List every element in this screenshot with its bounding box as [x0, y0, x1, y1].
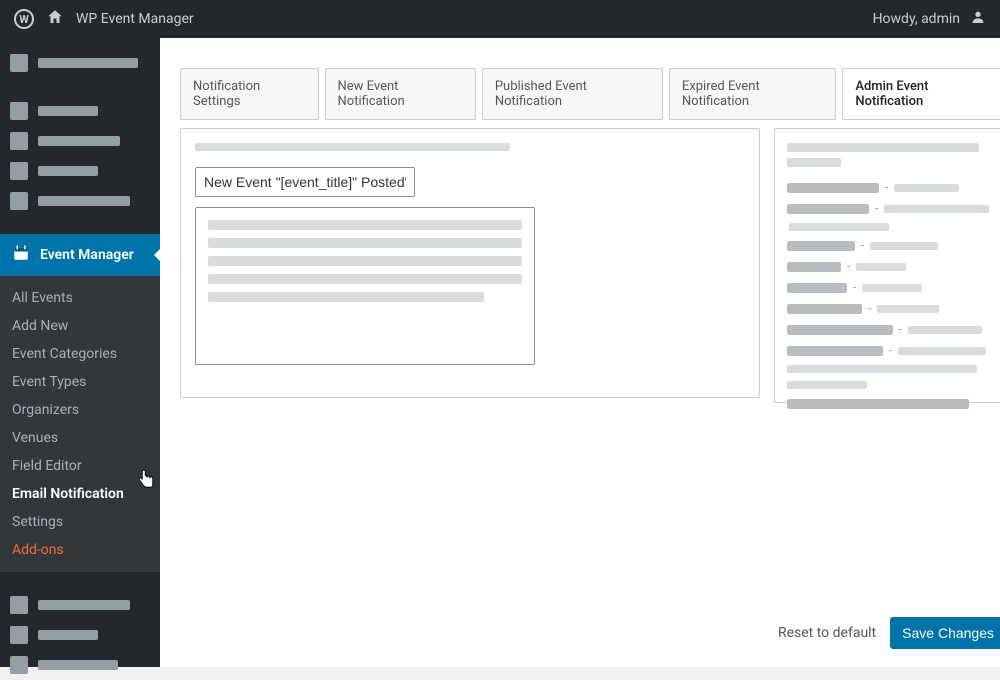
event-manager-label: Event Manager [40, 247, 134, 263]
tag-item: - [787, 302, 993, 315]
home-icon[interactable] [46, 8, 64, 30]
submenu-add-ons[interactable]: Add-ons [0, 536, 160, 564]
reset-to-default-link[interactable]: Reset to default [778, 625, 876, 641]
placeholder-text [787, 399, 969, 409]
user-icon[interactable] [970, 9, 986, 29]
tag-item: - [787, 202, 993, 215]
form-actions: Reset to default Save Changes [778, 617, 1000, 649]
placeholder-label [195, 143, 510, 151]
email-subject-input[interactable] [195, 167, 415, 197]
sidebar-item-event-manager[interactable]: Event Manager [0, 234, 160, 276]
placeholder-text [787, 381, 867, 389]
tab-expired-event-notification[interactable]: Expired Event Notification [669, 68, 836, 120]
placeholder-text [787, 365, 977, 373]
email-template-panel [180, 128, 760, 398]
sidebar-placeholder [0, 96, 160, 126]
tag-item: - [787, 239, 993, 252]
placeholder-text [789, 223, 889, 231]
tag-item: - [787, 281, 993, 294]
submenu-all-events[interactable]: All Events [0, 284, 160, 312]
notification-tabs: Notification Settings New Event Notifica… [180, 68, 1000, 120]
submenu-organizers[interactable]: Organizers [0, 396, 160, 424]
sidebar-placeholder [0, 186, 160, 216]
email-body-textarea[interactable] [195, 207, 535, 365]
main-content: Notification Settings New Event Notifica… [160, 38, 1000, 667]
tab-new-event-notification[interactable]: New Event Notification [325, 68, 476, 120]
submenu-email-notification[interactable]: Email Notification [0, 480, 160, 508]
sidebar-placeholder [0, 590, 160, 620]
submenu-settings[interactable]: Settings [0, 508, 160, 536]
sidebar-placeholder [0, 48, 160, 78]
sidebar-placeholder [0, 620, 160, 650]
tab-notification-settings[interactable]: Notification Settings [180, 68, 319, 120]
tab-published-event-notification[interactable]: Published Event Notification [482, 68, 663, 120]
submenu-venues[interactable]: Venues [0, 424, 160, 452]
tab-admin-event-notification[interactable]: Admin Event Notification [842, 68, 1000, 120]
wordpress-icon[interactable]: W [14, 9, 34, 29]
tag-item: - [787, 260, 993, 273]
submenu-event-categories[interactable]: Event Categories [0, 340, 160, 368]
site-title[interactable]: WP Event Manager [76, 11, 194, 27]
placeholder-text [787, 158, 841, 167]
greeting-text[interactable]: Howdy, admin [873, 11, 960, 27]
calendar-icon [12, 244, 30, 266]
top-bar-right: Howdy, admin [873, 9, 986, 29]
sidebar-placeholder [0, 650, 160, 680]
admin-top-bar: W WP Event Manager Howdy, admin [0, 0, 1000, 38]
save-changes-button[interactable]: Save Changes [890, 617, 1000, 649]
sidebar-placeholder [0, 126, 160, 156]
sidebar-placeholder [0, 156, 160, 186]
submenu-add-new[interactable]: Add New [0, 312, 160, 340]
event-manager-submenu: All Events Add New Event Categories Even… [0, 276, 160, 572]
submenu-event-types[interactable]: Event Types [0, 368, 160, 396]
tab-content: - - - - - - - - [180, 128, 1000, 403]
top-bar-left: W WP Event Manager [14, 8, 194, 30]
admin-sidebar: Event Manager All Events Add New Event C… [0, 38, 160, 667]
submenu-field-editor[interactable]: Field Editor [0, 452, 160, 480]
template-tags-panel: - - - - - - - - [774, 128, 1000, 403]
tag-item: - [787, 344, 993, 357]
tag-item: - [787, 323, 993, 336]
tag-item: - [787, 181, 993, 194]
placeholder-text [787, 143, 979, 152]
